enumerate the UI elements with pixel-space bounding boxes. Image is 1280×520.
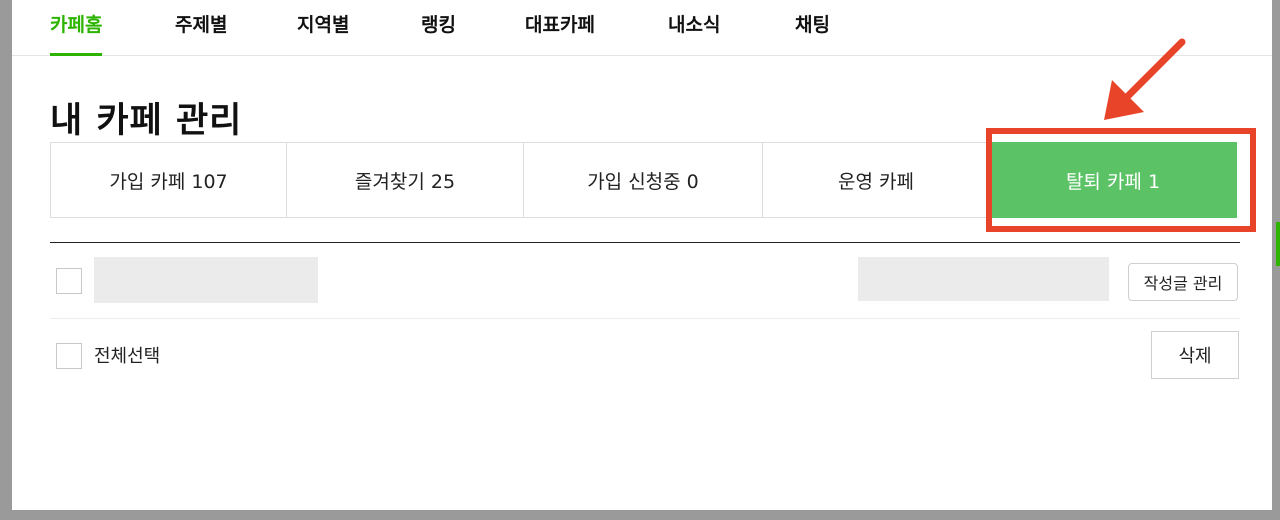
manage-posts-button[interactable]: 작성글 관리 [1128, 263, 1238, 301]
cafe-name-placeholder [94, 257, 318, 303]
nav-by-topic[interactable]: 주제별 [175, 10, 227, 56]
item-checkbox[interactable] [56, 268, 82, 294]
list-item: 작성글 관리 [50, 243, 1240, 319]
tab-joined-cafes[interactable]: 가입 카페 107 [50, 142, 287, 218]
nav-featured-cafe[interactable]: 대표카페 [525, 10, 595, 56]
select-all-label: 전체선택 [94, 346, 161, 367]
top-navigation: 카페홈 주제별 지역별 랭킹 대표카페 내소식 채팅 [12, 0, 1272, 56]
cafe-info-placeholder [858, 257, 1109, 301]
cafe-management-panel: 카페홈 주제별 지역별 랭킹 대표카페 내소식 채팅 내 카페 관리 가입 카페… [12, 0, 1272, 510]
cafe-tabs: 가입 카페 107 즐겨찾기 25 가입 신청중 0 운영 카페 탈퇴 카페 1 [50, 142, 1240, 218]
nav-chat[interactable]: 채팅 [795, 10, 830, 56]
side-accent-bar [1276, 222, 1280, 266]
nav-cafe-home[interactable]: 카페홈 [50, 10, 103, 56]
select-all-checkbox[interactable] [56, 343, 82, 369]
select-all-row: 전체선택 삭제 [50, 320, 1240, 390]
nav-ranking[interactable]: 랭킹 [421, 10, 456, 56]
tab-withdrawn-cafes[interactable]: 탈퇴 카페 1 [989, 142, 1237, 218]
nav-by-region[interactable]: 지역별 [297, 10, 349, 56]
tab-favorites[interactable]: 즐겨찾기 25 [286, 142, 524, 218]
tab-pending-applications[interactable]: 가입 신청중 0 [523, 142, 763, 218]
page-title: 내 카페 관리 [50, 101, 243, 141]
tab-managed-cafes[interactable]: 운영 카페 [762, 142, 990, 218]
nav-my-news[interactable]: 내소식 [668, 10, 720, 56]
delete-button[interactable]: 삭제 [1151, 331, 1239, 379]
